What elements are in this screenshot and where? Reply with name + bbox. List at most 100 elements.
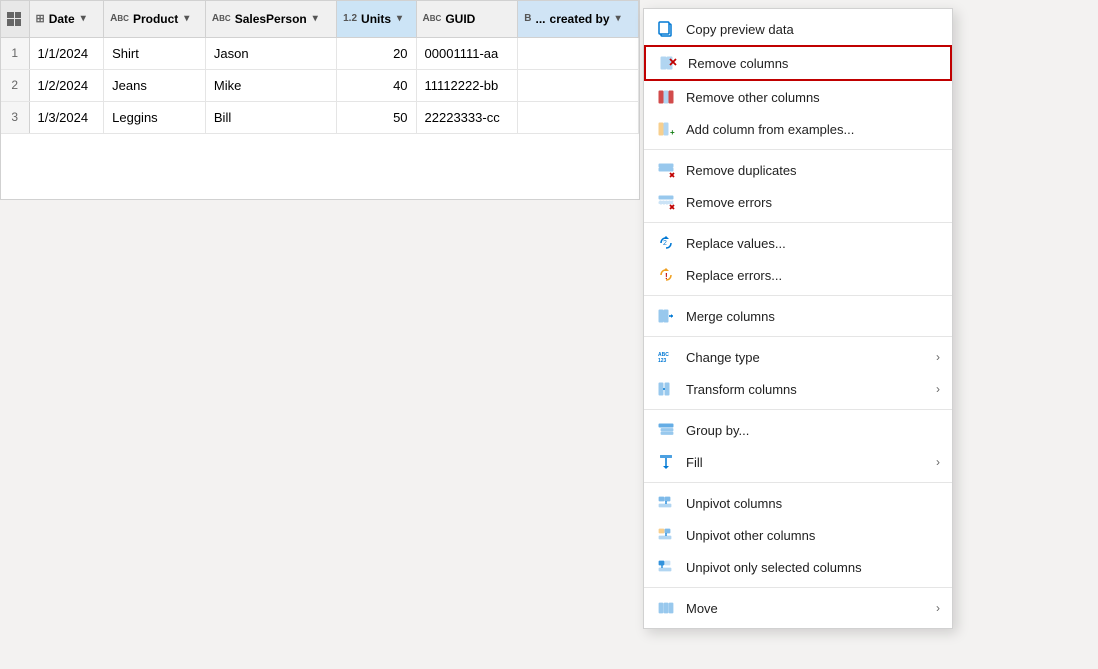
fill-label: Fill [686, 455, 926, 470]
menu-item-remove-errors[interactable]: Remove errors [644, 186, 952, 218]
data-table: ⊞ Date ▾ ABC Product ▾ ABC SalesPers [0, 0, 640, 200]
unpivot-other-columns-label: Unpivot other columns [686, 528, 940, 543]
menu-item-unpivot-only-selected[interactable]: Unpivot only selected columns [644, 551, 952, 583]
col-header-date[interactable]: ⊞ Date ▾ [29, 1, 104, 37]
unpivot-other-icon [656, 525, 676, 545]
cell-units-2: 40 [337, 69, 416, 101]
context-menu: Copy preview data Remove columns Remove … [643, 8, 953, 629]
remove-dup-icon [656, 160, 676, 180]
guid-type-icon: ABC [423, 13, 442, 24]
cell-date-3: 1/3/2024 [29, 101, 104, 133]
svg-text:123: 123 [658, 358, 667, 364]
unpivot-selected-icon [656, 557, 676, 577]
separator-1 [644, 149, 952, 150]
cell-created-3 [518, 101, 639, 133]
col-header-product[interactable]: ABC Product ▾ [104, 1, 206, 37]
move-label: Move [686, 601, 926, 616]
cell-created-1 [518, 37, 639, 69]
add-column-from-examples-label: Add column from examples... [686, 122, 940, 137]
cell-salesperson-3: Bill [205, 101, 336, 133]
table-row: 2 1/2/2024 Jeans Mike 40 11112222-bb [1, 69, 639, 101]
col-units-label: Units [361, 12, 391, 26]
cell-guid-3: 22223333-cc [416, 101, 518, 133]
row-num-2: 2 [1, 69, 29, 101]
svg-text:2: 2 [663, 240, 667, 247]
cell-created-2 [518, 69, 639, 101]
col-product-label: Product [133, 12, 178, 26]
col-created-label: created by [550, 12, 610, 26]
menu-item-unpivot-other-columns[interactable]: Unpivot other columns [644, 519, 952, 551]
move-arrow: › [936, 601, 940, 615]
fill-arrow: › [936, 455, 940, 469]
menu-item-remove-other-columns[interactable]: Remove other columns [644, 81, 952, 113]
col-salesperson-dropdown[interactable]: ▾ [313, 13, 318, 24]
menu-item-copy-preview-data[interactable]: Copy preview data [644, 13, 952, 45]
cell-units-1: 20 [337, 37, 416, 69]
remove-errors-label: Remove errors [686, 195, 940, 210]
separator-5 [644, 409, 952, 410]
remove-col-icon [658, 53, 678, 73]
units-type-icon: 1.2 [343, 13, 357, 24]
col-units-dropdown[interactable]: ▾ [397, 13, 402, 24]
group-by-icon [656, 420, 676, 440]
salesperson-type-icon: ABC [212, 13, 231, 24]
row-num-1: 1 [1, 37, 29, 69]
replace-err-icon: ! [656, 265, 676, 285]
menu-item-unpivot-columns[interactable]: Unpivot columns [644, 487, 952, 519]
change-type-label: Change type [686, 350, 926, 365]
menu-item-transform-columns[interactable]: Transform columns › [644, 373, 952, 405]
col-created-dropdown[interactable]: ▾ [616, 13, 621, 24]
transform-col-arrow: › [936, 382, 940, 396]
col-date-dropdown[interactable]: ▾ [81, 13, 86, 24]
col-created-by-label: ... [536, 12, 546, 26]
remove-other-col-icon [656, 87, 676, 107]
move-icon [656, 598, 676, 618]
menu-item-fill[interactable]: Fill › [644, 446, 952, 478]
date-type-icon: ⊞ [36, 12, 45, 25]
remove-columns-label: Remove columns [688, 56, 938, 71]
change-type-arrow: › [936, 350, 940, 364]
replace-errors-label: Replace errors... [686, 268, 940, 283]
col-product-dropdown[interactable]: ▾ [184, 13, 189, 24]
unpivot-icon [656, 493, 676, 513]
cell-date-1: 1/1/2024 [29, 37, 104, 69]
menu-item-add-column-from-examples[interactable]: + Add column from examples... [644, 113, 952, 145]
copy-preview-data-label: Copy preview data [686, 22, 940, 37]
menu-item-replace-values[interactable]: 2 Replace values... [644, 227, 952, 259]
remove-other-columns-label: Remove other columns [686, 90, 940, 105]
menu-item-change-type[interactable]: ABC 123 Change type › [644, 341, 952, 373]
cell-product-3: Leggins [104, 101, 206, 133]
svg-text:!: ! [665, 272, 668, 281]
menu-item-replace-errors[interactable]: ! Replace errors... [644, 259, 952, 291]
separator-7 [644, 587, 952, 588]
col-header-salesperson[interactable]: ABC SalesPerson ▾ [205, 1, 336, 37]
col-header-units[interactable]: 1.2 Units ▾ [337, 1, 416, 37]
cell-units-3: 50 [337, 101, 416, 133]
unpivot-columns-label: Unpivot columns [686, 496, 940, 511]
table-row: 3 1/3/2024 Leggins Bill 50 22223333-cc [1, 101, 639, 133]
replace-val-icon: 2 [656, 233, 676, 253]
cell-date-2: 1/2/2024 [29, 69, 104, 101]
transform-col-icon [656, 379, 676, 399]
transform-columns-label: Transform columns [686, 382, 926, 397]
cell-product-1: Shirt [104, 37, 206, 69]
col-header-created-by[interactable]: B ... created by ▾ [518, 1, 639, 37]
unpivot-only-selected-label: Unpivot only selected columns [686, 560, 940, 575]
menu-item-remove-duplicates[interactable]: Remove duplicates [644, 154, 952, 186]
col-salesperson-label: SalesPerson [235, 12, 307, 26]
menu-item-merge-columns[interactable]: Merge columns [644, 300, 952, 332]
menu-item-move[interactable]: Move › [644, 592, 952, 624]
cell-product-2: Jeans [104, 69, 206, 101]
col-date-label: Date [49, 12, 75, 26]
add-col-icon: + [656, 119, 676, 139]
menu-item-group-by[interactable]: Group by... [644, 414, 952, 446]
col-header-guid[interactable]: ABC GUID [416, 1, 518, 37]
menu-item-remove-columns[interactable]: Remove columns [644, 45, 952, 81]
col-guid-label: GUID [445, 12, 475, 26]
row-num-3: 3 [1, 101, 29, 133]
remove-err-icon [656, 192, 676, 212]
change-type-icon: ABC 123 [656, 347, 676, 367]
svg-text:+: + [670, 128, 675, 137]
created-by-type-icon: B [524, 13, 531, 24]
cell-guid-1: 00001111-aa [416, 37, 518, 69]
